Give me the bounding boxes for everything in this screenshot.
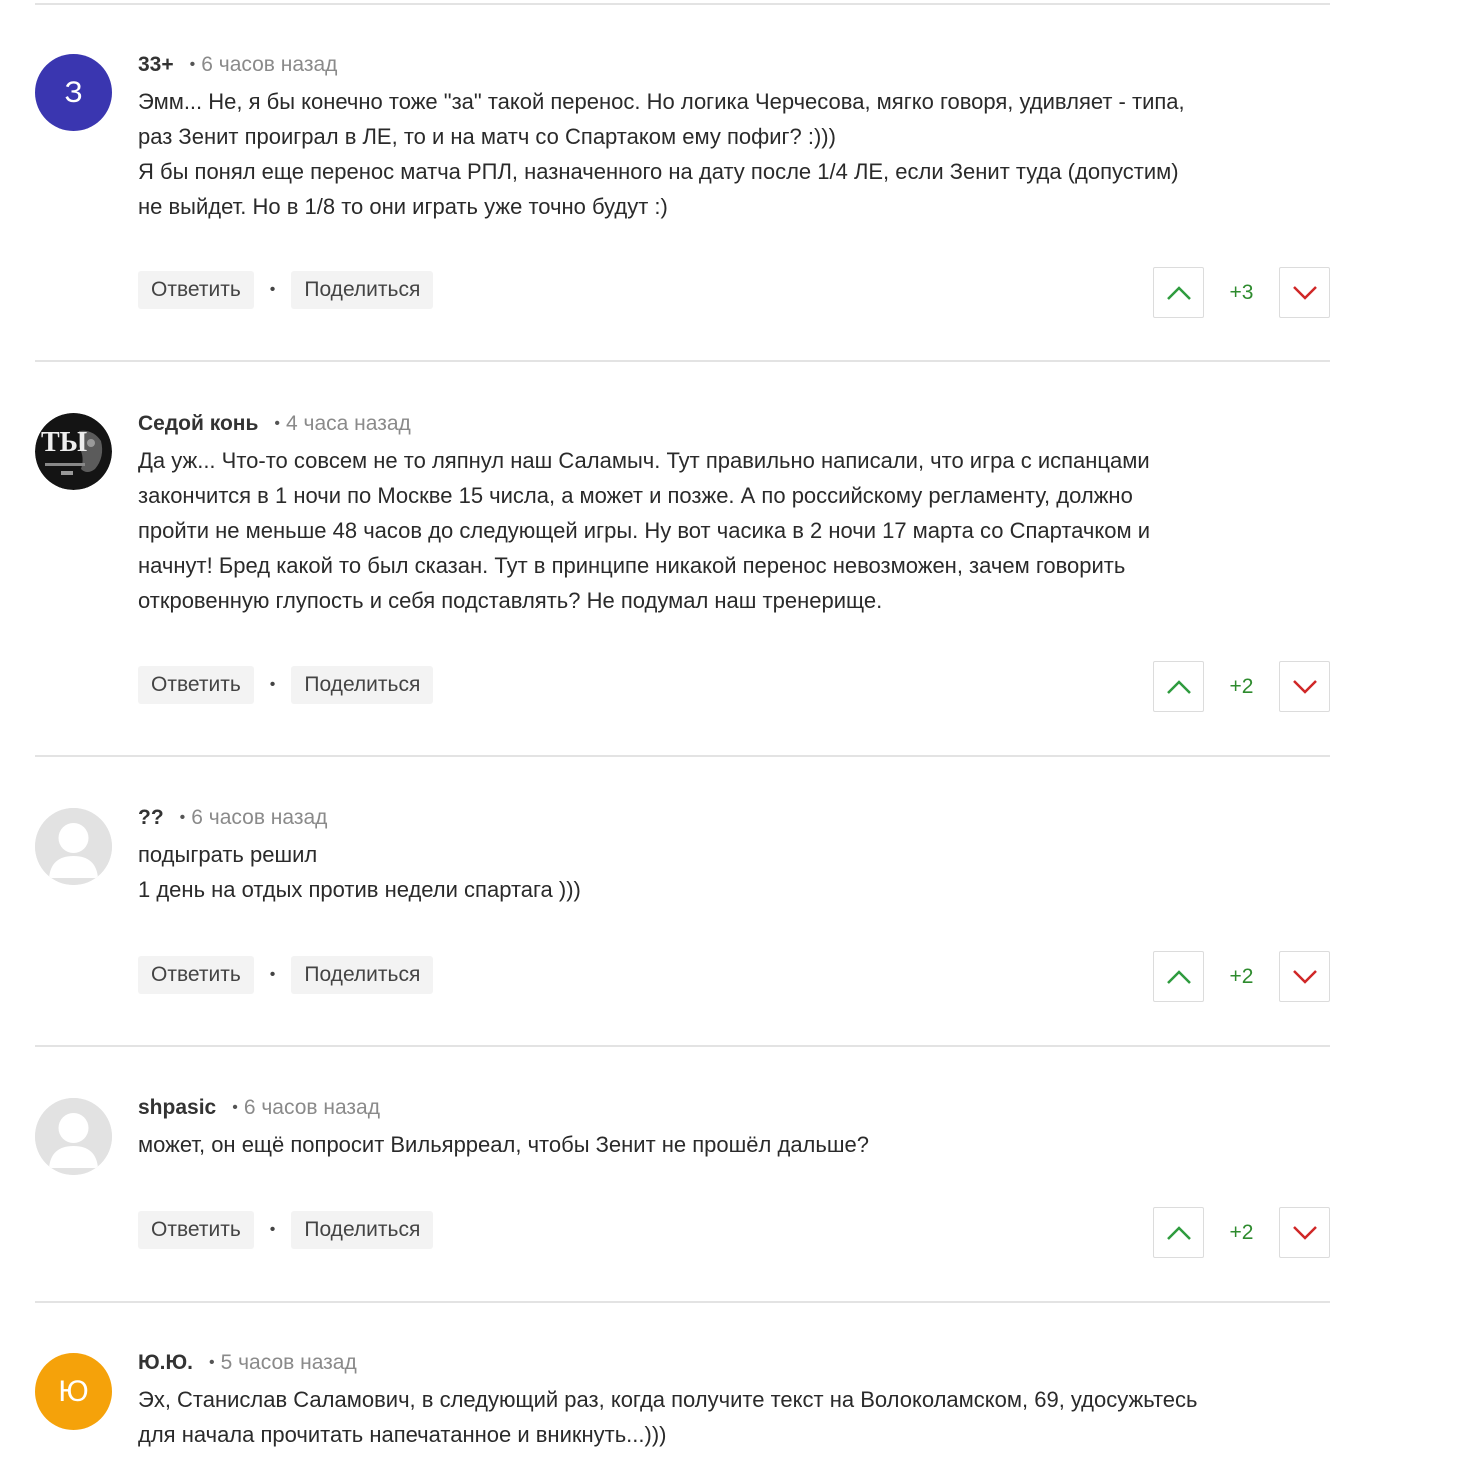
comment-line: для начала прочитать напечатанное и вник… bbox=[138, 1422, 667, 1447]
avatar-letter: ТЫ bbox=[41, 427, 88, 458]
comment-text: Эмм... Не, я бы конечно тоже "за" такой … bbox=[138, 84, 1318, 224]
comment-actions: Ответить • Поделиться bbox=[138, 1211, 434, 1249]
separator-dot: • bbox=[269, 1221, 276, 1238]
author-name[interactable]: Седой конь bbox=[138, 412, 258, 436]
comment-line: закончится в 1 ночи по Москве 15 числа, … bbox=[138, 483, 1133, 508]
avatar[interactable] bbox=[35, 1098, 112, 1175]
top-divider bbox=[35, 3, 1330, 5]
vote-score: +2 bbox=[1229, 674, 1254, 698]
comment-line: пройти не меньше 48 часов до следующей и… bbox=[138, 518, 1151, 543]
separator-dot: • bbox=[208, 1354, 215, 1371]
comment-line: Я бы понял еще перенос матча РПЛ, назнач… bbox=[138, 159, 1179, 184]
vote-score: +2 bbox=[1229, 964, 1254, 988]
vote-score: +3 bbox=[1229, 280, 1254, 304]
share-button[interactable]: Поделиться bbox=[291, 956, 434, 994]
chevron-down-icon bbox=[1292, 679, 1317, 694]
comment-line: откровенную глупость и себя подставлять?… bbox=[138, 588, 883, 613]
chevron-down-icon bbox=[1292, 1225, 1317, 1240]
upvote-button[interactable] bbox=[1153, 951, 1204, 1002]
comment-divider bbox=[35, 755, 1330, 757]
comment-line: не выйдет. Но в 1/8 то они играть уже то… bbox=[138, 194, 668, 219]
downvote-button[interactable] bbox=[1279, 1207, 1330, 1258]
avatar[interactable]: ТЫ bbox=[35, 413, 112, 490]
chevron-up-icon bbox=[1166, 285, 1191, 300]
comment-header: shpasic • 6 часов назад bbox=[138, 1095, 380, 1121]
comment-line: может, он ещё попросит Вильярреал, чтобы… bbox=[138, 1132, 869, 1157]
chevron-up-icon bbox=[1166, 969, 1191, 984]
chevron-up-icon bbox=[1166, 1225, 1191, 1240]
avatar[interactable]: Ю bbox=[35, 1353, 112, 1430]
default-user-icon bbox=[35, 808, 112, 885]
comment-text: может, он ещё попросит Вильярреал, чтобы… bbox=[138, 1127, 1318, 1162]
share-button[interactable]: Поделиться bbox=[291, 271, 434, 309]
avatar-letter: Ю bbox=[58, 1374, 89, 1408]
comment-time[interactable]: 6 часов назад bbox=[191, 806, 327, 830]
comment-divider bbox=[35, 360, 1330, 362]
comment-header: ?? • 6 часов назад bbox=[138, 805, 327, 831]
avatar[interactable]: З bbox=[35, 54, 112, 131]
share-button[interactable]: Поделиться bbox=[291, 666, 434, 704]
downvote-button[interactable] bbox=[1279, 267, 1330, 318]
separator-dot: • bbox=[269, 281, 276, 298]
comment-line: Эмм... Не, я бы конечно тоже "за" такой … bbox=[138, 89, 1185, 114]
comment-time[interactable]: 4 часа назад bbox=[286, 412, 411, 436]
comment-line: Да уж... Что-то совсем не то ляпнул наш … bbox=[138, 448, 1150, 473]
reply-button[interactable]: Ответить bbox=[138, 1211, 254, 1249]
comment-time[interactable]: 6 часов назад bbox=[201, 53, 337, 77]
vote-controls: +2 bbox=[1153, 951, 1330, 1002]
comment-line: Эх, Станислав Саламович, в следующий раз… bbox=[138, 1387, 1198, 1412]
vote-controls: +3 bbox=[1153, 267, 1330, 318]
upvote-button[interactable] bbox=[1153, 267, 1204, 318]
default-user-icon bbox=[35, 1098, 112, 1175]
chevron-down-icon bbox=[1292, 969, 1317, 984]
reply-button[interactable]: Ответить bbox=[138, 666, 254, 704]
comment-actions: Ответить • Поделиться bbox=[138, 271, 434, 309]
comment-header: Ю.Ю. • 5 часов назад bbox=[138, 1350, 357, 1376]
vote-score: +2 bbox=[1229, 1220, 1254, 1244]
chevron-down-icon bbox=[1292, 285, 1317, 300]
separator-dot: • bbox=[269, 676, 276, 693]
comment-actions: Ответить • Поделиться bbox=[138, 666, 434, 704]
author-name[interactable]: Ю.Ю. bbox=[138, 1351, 193, 1375]
comment-divider bbox=[35, 1045, 1330, 1047]
comment-line: подыграть решил bbox=[138, 842, 318, 867]
vote-controls: +2 bbox=[1153, 1207, 1330, 1258]
downvote-button[interactable] bbox=[1279, 951, 1330, 1002]
separator-dot: • bbox=[232, 1099, 238, 1116]
reply-button[interactable]: Ответить bbox=[138, 956, 254, 994]
author-name[interactable]: ?? bbox=[138, 806, 164, 830]
comment-line: раз Зенит проиграл в ЛЕ, то и на матч со… bbox=[138, 124, 836, 149]
comment-text: Эх, Станислав Саламович, в следующий раз… bbox=[138, 1382, 1318, 1452]
comment-header: 33+ • 6 часов назад bbox=[138, 52, 337, 78]
upvote-button[interactable] bbox=[1153, 661, 1204, 712]
comment-actions: Ответить • Поделиться bbox=[138, 956, 434, 994]
reply-button[interactable]: Ответить bbox=[138, 271, 254, 309]
comment-text: Да уж... Что-то совсем не то ляпнул наш … bbox=[138, 443, 1318, 618]
comment-time[interactable]: 5 часов назад bbox=[221, 1351, 357, 1375]
separator-dot: • bbox=[269, 966, 276, 983]
share-button[interactable]: Поделиться bbox=[291, 1211, 434, 1249]
vote-controls: +2 bbox=[1153, 661, 1330, 712]
separator-dot: • bbox=[274, 415, 281, 432]
author-name[interactable]: shpasic bbox=[138, 1096, 216, 1120]
chevron-up-icon bbox=[1166, 679, 1191, 694]
upvote-button[interactable] bbox=[1153, 1207, 1204, 1258]
separator-dot: • bbox=[189, 56, 196, 73]
comment-time[interactable]: 6 часов назад bbox=[244, 1096, 380, 1120]
comment-header: Седой конь • 4 часа назад bbox=[138, 411, 411, 437]
comment-line: 1 день на отдых против недели спартага )… bbox=[138, 877, 581, 902]
comment-text: подыграть решил 1 день на отдых против н… bbox=[138, 837, 1318, 907]
separator-dot: • bbox=[179, 809, 186, 826]
author-name[interactable]: 33+ bbox=[138, 53, 174, 77]
downvote-button[interactable] bbox=[1279, 661, 1330, 712]
avatar-letter: З bbox=[64, 75, 83, 109]
avatar[interactable] bbox=[35, 808, 112, 885]
comment-line: начнут! Бред какой то был сказан. Тут в … bbox=[138, 553, 1126, 578]
comment-divider bbox=[35, 1301, 1330, 1303]
